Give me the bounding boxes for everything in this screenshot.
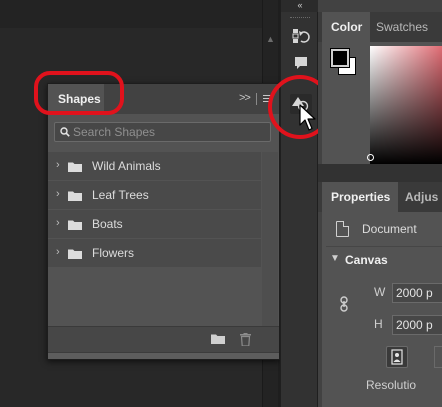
folder-icon: [68, 220, 82, 230]
scroll-up-arrow-icon[interactable]: ▲: [266, 34, 275, 44]
canvas-section-title[interactable]: Canvas: [345, 253, 388, 267]
annotation-highlight-shapes-tab: [34, 71, 124, 115]
shape-group-wild-animals[interactable]: › Wild Animals: [48, 152, 261, 181]
tab-color[interactable]: Color: [322, 12, 370, 42]
color-picker-field[interactable]: [370, 46, 442, 164]
shape-group-label: Flowers: [92, 246, 135, 260]
strip-grip[interactable]: [290, 17, 310, 19]
landscape-orientation-button[interactable]: [434, 346, 442, 368]
portrait-icon: [391, 349, 403, 365]
tab-swatches[interactable]: Swatches: [376, 12, 428, 42]
photoshop-workspace: ▲ Shapes >> › Wild Animals › L: [0, 0, 442, 407]
folder-icon: [68, 249, 82, 259]
panel-gap: [318, 164, 442, 182]
search-shapes-field[interactable]: [54, 122, 271, 142]
width-label: W: [374, 285, 386, 299]
portrait-orientation-button[interactable]: [386, 346, 408, 368]
shapes-panel-footer: [48, 326, 279, 352]
height-label: H: [374, 317, 383, 331]
trash-icon[interactable]: [240, 333, 251, 346]
chevron-right-icon[interactable]: ›: [56, 159, 60, 171]
tab-adjustments[interactable]: Adjus: [405, 182, 438, 212]
shapes-list-scrollbar[interactable]: [262, 152, 278, 326]
search-icon: [60, 127, 70, 137]
color-panel: [322, 42, 442, 164]
collapsed-panel-strip: «: [280, 0, 319, 407]
height-field[interactable]: 2000 p: [392, 315, 442, 335]
width-field[interactable]: 2000 p: [392, 283, 442, 303]
history-icon: [292, 29, 310, 43]
shape-group-flowers[interactable]: › Flowers: [48, 239, 261, 268]
comments-icon: [295, 57, 307, 69]
shape-groups-list: › Wild Animals › Leaf Trees › Boats › Fl…: [48, 152, 261, 268]
resolution-label: Resolutio: [366, 378, 417, 392]
right-panel-dock: Color Swatches Properties Adjus Document…: [318, 0, 442, 407]
new-group-folder-icon[interactable]: [211, 333, 225, 344]
document-icon: [336, 221, 349, 237]
expand-panels-button[interactable]: «: [281, 0, 319, 12]
link-dimensions-icon[interactable]: [340, 296, 348, 312]
collapse-panel-icon[interactable]: >>: [239, 92, 251, 104]
chevron-right-icon[interactable]: ›: [56, 188, 60, 200]
tab-properties[interactable]: Properties: [322, 182, 398, 212]
section-divider: [326, 246, 442, 247]
properties-panel: Document ▼ Canvas W H 2000 p 2000 p Reso…: [322, 212, 442, 407]
shape-group-boats[interactable]: › Boats: [48, 210, 261, 239]
color-picker-marker[interactable]: [367, 154, 374, 161]
shape-group-label: Leaf Trees: [92, 188, 149, 202]
chevron-right-icon[interactable]: ›: [56, 217, 60, 229]
document-label: Document: [362, 222, 417, 236]
shape-group-label: Wild Animals: [92, 159, 161, 173]
color-panel-header: Color Swatches: [318, 12, 442, 42]
panel-resize-handle[interactable]: [48, 352, 279, 359]
chevron-right-icon[interactable]: ›: [56, 246, 60, 258]
shapes-panel: Shapes >> › Wild Animals › Leaf Trees: [47, 83, 280, 360]
history-panel-button[interactable]: [290, 26, 312, 46]
shape-group-label: Boats: [92, 217, 123, 231]
shape-group-leaf-trees[interactable]: › Leaf Trees: [48, 181, 261, 210]
folder-icon: [68, 191, 82, 201]
chevron-down-icon[interactable]: ▼: [330, 253, 340, 264]
foreground-color-swatch[interactable]: [330, 48, 350, 68]
folder-icon: [68, 162, 82, 172]
header-divider: [256, 93, 257, 105]
search-shapes-input[interactable]: [73, 124, 268, 140]
comments-panel-button[interactable]: [290, 54, 312, 74]
properties-panel-header: Properties Adjus: [318, 182, 442, 212]
